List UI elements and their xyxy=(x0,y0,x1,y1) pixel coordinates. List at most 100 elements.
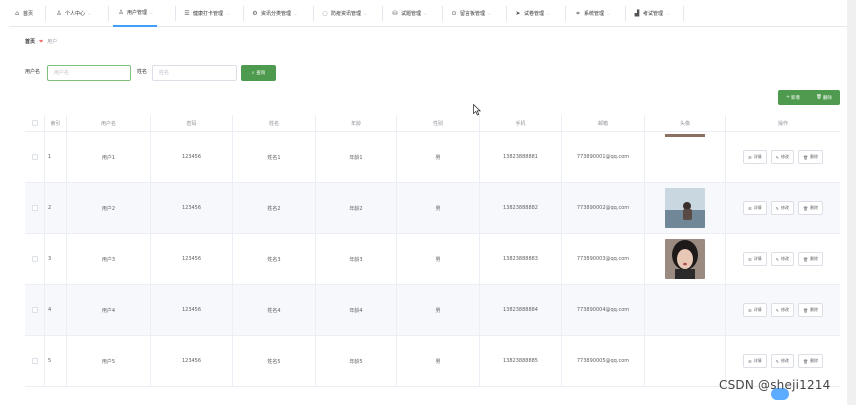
cell-index: 3 xyxy=(45,234,67,284)
username-search-input[interactable] xyxy=(47,65,131,81)
edit-button[interactable]: ✎ 修改 xyxy=(770,150,794,164)
avatar-image xyxy=(665,188,705,228)
cell-gender: 男 xyxy=(397,234,480,284)
breadcrumb: 首页 ❤ 用户 xyxy=(25,38,57,46)
detail-button[interactable]: ☰ 详情 xyxy=(742,201,767,215)
nav-item-news-category[interactable]: ⚙ 资讯分类管理 ⌵ xyxy=(251,0,297,27)
name-search-input[interactable] xyxy=(152,65,237,81)
nav-label: 防疫资讯管理 xyxy=(331,11,362,17)
nav-label: 试题管理 xyxy=(401,11,422,17)
left-edge xyxy=(0,0,8,405)
cell-age: 年龄3 xyxy=(316,234,397,284)
nav-item-personal-center[interactable]: ♙ 个人中心 ⌵ xyxy=(55,0,91,27)
select-all-cell xyxy=(25,115,45,131)
cell-name: 姓名3 xyxy=(233,234,316,284)
edit-icon: ✎ xyxy=(775,307,779,313)
nav-divider xyxy=(45,6,46,21)
row-checkbox[interactable] xyxy=(31,358,38,364)
nav-item-system-management[interactable]: ⌗ 系统管理 ⌵ xyxy=(574,0,610,27)
edit-icon: ✎ xyxy=(775,256,779,262)
row-checkbox[interactable] xyxy=(31,205,38,211)
nav-item-exam-paper[interactable]: ➤ 试卷管理 ⌵ xyxy=(514,0,550,27)
nav-divider xyxy=(506,6,507,21)
select-all-checkbox[interactable] xyxy=(31,120,38,126)
detail-button[interactable]: ☰ 详情 xyxy=(742,354,767,368)
cell-avatar xyxy=(645,285,726,335)
edit-button-label: 修改 xyxy=(780,154,789,159)
search-button-label: 查询 xyxy=(256,71,266,76)
list-icon: ☰ xyxy=(747,256,752,262)
delete-button-label: 删除 xyxy=(810,205,819,210)
header-email: 邮箱 xyxy=(562,115,645,131)
cell-avatar xyxy=(645,234,726,284)
trash-icon: 🗑 xyxy=(802,205,809,211)
cell-email: 773890003@qq.com xyxy=(562,234,645,284)
delete-button[interactable]: 🗑 删除 xyxy=(797,354,824,368)
user-icon: ♙ xyxy=(56,10,62,17)
cell-age: 年龄4 xyxy=(316,285,397,335)
trash-icon: 🗑 xyxy=(816,95,822,100)
detail-button[interactable]: ☰ 详情 xyxy=(742,303,767,317)
nav-divider xyxy=(313,6,314,21)
row-checkbox[interactable] xyxy=(31,307,38,313)
row-checkbox[interactable] xyxy=(31,256,38,262)
detail-button[interactable]: ☰ 详情 xyxy=(742,252,767,266)
nav-divider xyxy=(625,6,626,21)
row-select-cell xyxy=(25,234,45,284)
header-index: 索引 xyxy=(45,115,67,131)
nav-item-user-management[interactable]: ♙ 用户管理 ⌵ xyxy=(113,0,158,27)
cell-email: 773890002@qq.com xyxy=(562,183,645,233)
row-select-cell xyxy=(25,285,45,335)
batch-delete-button[interactable]: 🗑 删除 xyxy=(816,95,832,101)
chevron-down-icon: ⌵ xyxy=(150,10,154,15)
header-password: 密码 xyxy=(151,115,233,131)
breadcrumb-home[interactable]: 首页 xyxy=(25,38,35,45)
cell-password: 123456 xyxy=(151,285,233,335)
nav-item-question-management[interactable]: ⛁ 试题管理 ⌵ xyxy=(391,0,427,27)
cell-name: 姓名2 xyxy=(233,183,316,233)
nav-item-home[interactable]: ⌂ 首页 xyxy=(13,0,33,27)
edit-button[interactable]: ✎ 修改 xyxy=(770,303,794,317)
header-username: 用户名 xyxy=(67,115,151,131)
delete-button-label: 删除 xyxy=(810,307,819,312)
heart-icon: ❤ xyxy=(39,38,44,45)
nav-item-exam-management[interactable]: ▟ 考试管理 ⌵ xyxy=(633,0,669,27)
delete-button[interactable]: 🗑 删除 xyxy=(797,252,824,266)
search-button[interactable]: ⌕ 查询 xyxy=(241,65,276,81)
cell-phone: 13823888884 xyxy=(480,285,562,335)
chevron-down-icon: ⌵ xyxy=(88,11,92,16)
delete-button[interactable]: 🗑 删除 xyxy=(797,150,824,164)
edit-button[interactable]: ✎ 修改 xyxy=(770,354,794,368)
name-label: 姓名 xyxy=(137,69,148,75)
delete-button-label: 删除 xyxy=(822,95,832,101)
nav-item-epidemic-news[interactable]: ◌ 防疫资讯管理 ⌵ xyxy=(321,0,367,27)
home-icon: ⌂ xyxy=(15,10,19,17)
list-icon: ☰ xyxy=(747,205,752,211)
cell-name: 姓名4 xyxy=(233,285,316,335)
plus-icon: + xyxy=(786,95,790,100)
edit-button[interactable]: ✎ 修改 xyxy=(770,252,794,266)
nav-divider xyxy=(243,6,244,21)
detail-button[interactable]: ☰ 详情 xyxy=(742,150,767,164)
cell-password: 123456 xyxy=(151,234,233,284)
list-icon: ☰ xyxy=(747,358,752,364)
delete-button-label: 删除 xyxy=(810,256,819,261)
edit-button[interactable]: ✎ 修改 xyxy=(770,201,794,215)
nav-label: 试卷管理 xyxy=(524,11,545,17)
nav-label: 考试管理 xyxy=(643,11,664,17)
detail-button-label: 详情 xyxy=(753,307,762,312)
nav-item-message-board[interactable]: ⊙ 留言板管理 ⌵ xyxy=(450,0,491,27)
nav-label: 系统管理 xyxy=(584,11,605,17)
add-button[interactable]: + 新增 xyxy=(786,95,800,101)
cell-avatar xyxy=(645,183,726,233)
chevron-down-icon: ⌵ xyxy=(364,11,368,16)
table-row: 3 用户3 123456 姓名3 年龄3 男 13823888883 773890003@qq… xyxy=(25,234,840,285)
cell-avatar xyxy=(645,132,726,182)
cell-avatar xyxy=(645,336,726,386)
delete-button[interactable]: 🗑 删除 xyxy=(797,201,824,215)
delete-button[interactable]: 🗑 删除 xyxy=(797,303,824,317)
nav-item-health-checkin[interactable]: ☰ 健康打卡管理 ⌵ xyxy=(183,0,229,27)
nav-divider xyxy=(565,6,566,21)
row-checkbox[interactable] xyxy=(31,154,38,160)
chevron-down-icon: ⌵ xyxy=(547,11,551,16)
